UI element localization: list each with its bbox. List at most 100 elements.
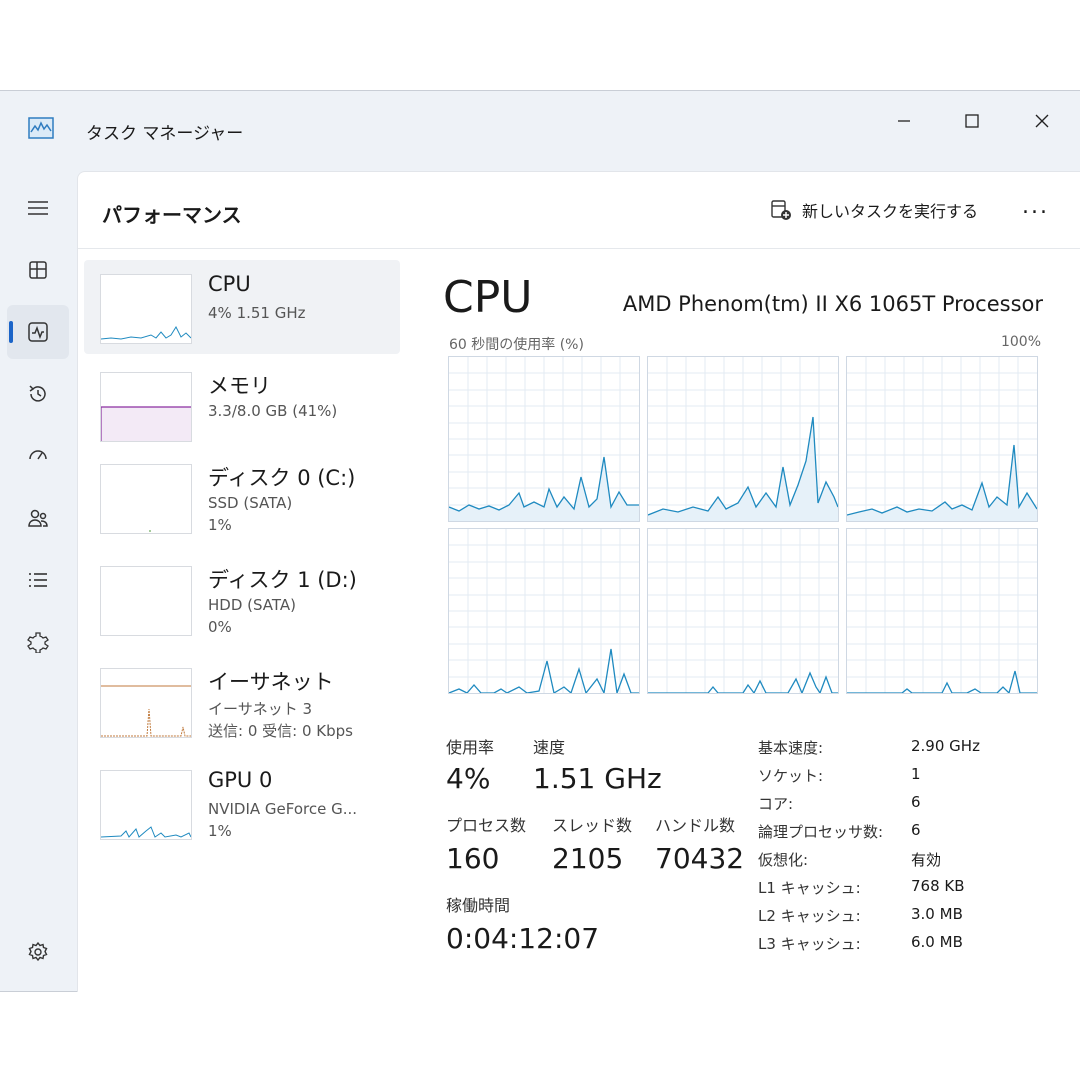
threads-label: スレッド数 [552,816,633,835]
menu-icon [28,201,48,215]
usage-value: 4% [446,762,491,795]
run-new-task-label: 新しいタスクを実行する [802,202,979,221]
resource-ethernet[interactable]: イーサネット イーサネット 3 送信: 0 受信: 0 Kbps [84,654,400,748]
ethernet-thumbnail-graph [100,668,192,738]
nav-settings[interactable] [7,925,69,979]
spec-value: 1 [911,765,921,783]
graph-caption: 60 秒間の使用率 (%) [449,337,584,353]
spec-label: L2 キャッシュ: [758,907,861,925]
resource-usage: 1% [208,822,232,840]
resource-name: CPU [208,272,251,296]
cpu-thumbnail-graph [100,274,192,344]
resource-gpu-0[interactable]: GPU 0 NVIDIA GeForce G... 1% [84,756,400,850]
settings-icon [28,941,48,962]
handles-value: 70432 [655,842,745,875]
spec-value: 768 KB [911,877,965,895]
speed-value: 1.51 GHz [533,762,662,795]
new-task-icon [771,200,791,220]
maximize-button[interactable] [950,103,994,139]
details-icon [29,573,47,587]
nav-performance[interactable] [7,305,69,359]
spec-value: 6 [911,821,921,839]
core-graph-6 [846,528,1038,694]
minimize-button[interactable] [882,103,926,139]
more-options-button[interactable]: ... [1022,194,1049,219]
resource-disk-0[interactable]: ディスク 0 (C:) SSD (SATA) 1% [84,450,400,544]
processes-icon [29,261,47,279]
resource-detail: 4% 1.51 GHz [208,304,306,322]
disk1-thumbnail-graph [100,566,192,636]
resource-usage: 0% [208,618,232,636]
nav-details[interactable] [7,553,69,607]
task-manager-window: タスク マネージャー パフォーマンス 新しいタスクを実行する ... CPU 4… [0,90,1080,992]
cpu-title: CPU [443,272,533,323]
resource-cpu[interactable]: CPU 4% 1.51 GHz [84,260,400,354]
services-icon [27,632,49,653]
core-graph-1 [448,356,640,522]
spec-value: 有効 [911,851,942,869]
processes-value: 160 [446,842,500,875]
uptime-value: 0:04:12:07 [446,922,600,955]
navigation-rail [0,171,76,991]
core-graph-4 [448,528,640,694]
run-new-task-button[interactable]: 新しいタスクを実行する [770,198,978,222]
content-header: パフォーマンス 新しいタスクを実行する ... [78,172,1080,249]
cpu-model-name: AMD Phenom(tm) II X6 1065T Processor [622,292,1043,316]
minimize-icon [898,120,910,122]
resource-detail: NVIDIA GeForce G... [208,800,358,818]
performance-icon [28,322,48,342]
resource-name: ディスク 0 (C:) [208,466,356,490]
nav-processes[interactable] [7,243,69,297]
spec-label: 基本速度: [758,739,824,757]
resource-memory[interactable]: メモリ 3.3/8.0 GB (41%) [84,358,400,452]
performance-pane: パフォーマンス 新しいタスクを実行する ... CPU 4% 1.51 GHz … [77,171,1080,992]
page-title: パフォーマンス [102,203,242,227]
app-history-icon [29,385,46,402]
usage-label: 使用率 [446,738,495,757]
menu-button[interactable] [7,181,69,235]
nav-startup[interactable] [7,429,69,483]
resource-name: イーサネット [208,670,334,694]
core-graph-2 [647,356,839,522]
resource-usage: 1% [208,516,232,534]
resource-disk-1[interactable]: ディスク 1 (D:) HDD (SATA) 0% [84,552,400,646]
spec-label: L3 キャッシュ: [758,935,861,953]
core-graph-3 [846,356,1038,522]
resource-name: ディスク 1 (D:) [208,568,357,592]
memory-thumbnail-graph [100,372,192,442]
spec-label: L1 キャッシュ: [758,879,861,897]
nav-services[interactable] [7,615,69,669]
spec-value: 6.0 MB [911,933,963,951]
spec-label: コア: [758,795,794,813]
threads-value: 2105 [552,842,624,875]
disk0-thumbnail-graph [100,464,192,534]
core-graph-5 [647,528,839,694]
users-icon [28,509,48,527]
resource-usage: 送信: 0 受信: 0 Kbps [208,722,353,740]
resource-detail: SSD (SATA) [208,494,293,512]
maximize-icon [965,114,979,128]
gpu-thumbnail-graph [100,770,192,840]
nav-app-history[interactable] [7,367,69,421]
resource-name: メモリ [208,374,271,398]
window-title: タスク マネージャー [86,124,244,144]
spec-label: 論理プロセッサ数: [758,823,884,841]
task-manager-app-icon [28,117,54,139]
close-icon [1035,114,1049,128]
processes-label: プロセス数 [446,816,527,835]
nav-users[interactable] [7,491,69,545]
speed-label: 速度 [533,738,566,757]
spec-value: 2.90 GHz [911,737,980,755]
resource-detail: HDD (SATA) [208,596,297,614]
spec-label: 仮想化: [758,851,809,869]
uptime-label: 稼働時間 [446,896,511,915]
handles-label: ハンドル数 [655,816,736,835]
close-button[interactable] [1020,103,1064,139]
spec-label: ソケット: [758,767,824,785]
graph-max-label: 100% [1000,334,1041,350]
resource-detail: 3.3/8.0 GB (41%) [208,402,338,420]
spec-value: 6 [911,793,921,811]
resource-detail: イーサネット 3 [208,700,313,718]
spec-value: 3.0 MB [911,905,963,923]
startup-icon [29,450,47,460]
